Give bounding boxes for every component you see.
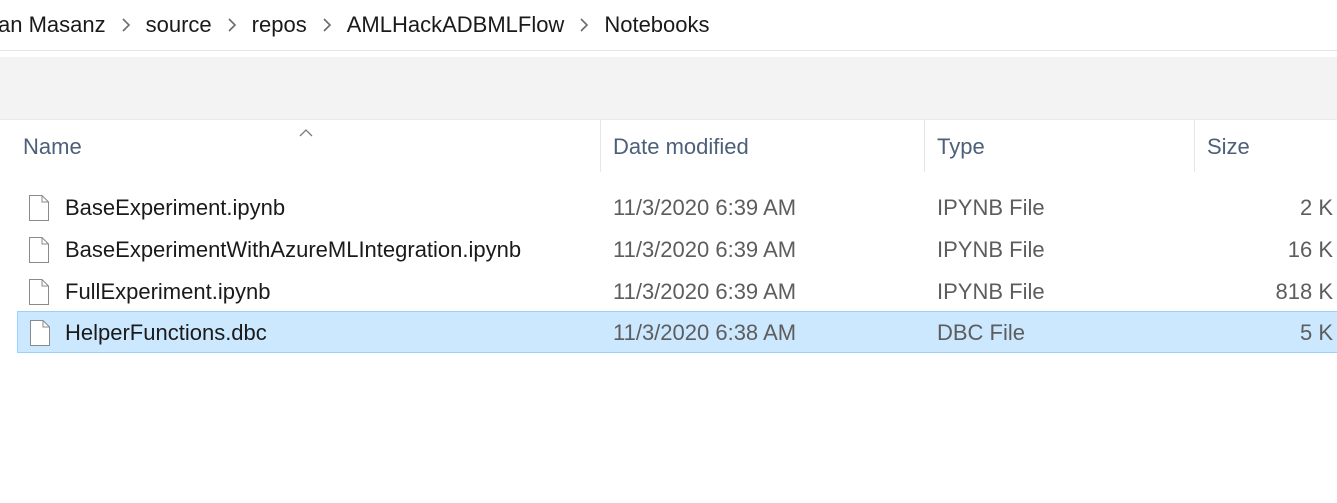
chevron-right-icon[interactable] (106, 18, 146, 32)
breadcrumb-item-repos[interactable]: repos (252, 12, 307, 38)
breadcrumb-item-notebooks[interactable]: Notebooks (604, 12, 709, 38)
column-header-size[interactable]: Size (1207, 134, 1250, 160)
column-divider[interactable] (600, 120, 601, 172)
chevron-right-icon[interactable] (212, 18, 252, 32)
file-row[interactable]: FullExperiment.ipynb 11/3/2020 6:39 AM I… (17, 271, 1337, 313)
file-size: 16 K (1287, 237, 1333, 262)
document-icon (28, 278, 50, 312)
breadcrumb-item-user[interactable]: an Masanz (0, 12, 106, 38)
file-size: 818 K (1275, 279, 1334, 304)
file-type: DBC File (937, 320, 1026, 345)
breadcrumb: an Masanz source repos AMLHackADBMLFlow … (0, 0, 1337, 51)
column-header-name[interactable]: Name (23, 134, 82, 160)
chevron-right-icon[interactable] (307, 18, 347, 32)
file-date: 11/3/2020 6:39 AM (613, 279, 797, 304)
toolbar-area (0, 57, 1337, 120)
file-name[interactable]: FullExperiment.ipynb (65, 279, 270, 305)
column-header-type[interactable]: Type (937, 134, 985, 160)
breadcrumb-item-source[interactable]: source (146, 12, 212, 38)
column-header-date-modified[interactable]: Date modified (613, 134, 749, 160)
document-icon (28, 194, 50, 228)
file-name[interactable]: HelperFunctions.dbc (65, 320, 267, 346)
file-size: 2 K (1299, 195, 1333, 220)
column-divider[interactable] (1194, 120, 1195, 172)
document-icon (29, 319, 51, 353)
file-date: 11/3/2020 6:39 AM (613, 195, 797, 220)
file-date: 11/3/2020 6:38 AM (613, 320, 797, 345)
file-row-selected[interactable]: HelperFunctions.dbc 11/3/2020 6:38 AM DB… (17, 311, 1337, 353)
file-name[interactable]: BaseExperiment.ipynb (65, 195, 285, 221)
file-type: IPYNB File (937, 237, 1045, 262)
column-header-row: Name Date modified Type Size (0, 120, 1337, 172)
file-name[interactable]: BaseExperimentWithAzureMLIntegration.ipy… (65, 237, 521, 263)
file-type: IPYNB File (937, 279, 1045, 304)
file-row[interactable]: BaseExperiment.ipynb 11/3/2020 6:39 AM I… (17, 187, 1337, 229)
breadcrumb-item-amlhackadbmlflow[interactable]: AMLHackADBMLFlow (347, 12, 565, 38)
document-icon (28, 236, 50, 270)
file-size: 5 K (1299, 320, 1333, 345)
file-row[interactable]: BaseExperimentWithAzureMLIntegration.ipy… (17, 229, 1337, 271)
sort-ascending-icon (298, 118, 314, 144)
column-divider[interactable] (924, 120, 925, 172)
file-date: 11/3/2020 6:39 AM (613, 237, 797, 262)
file-type: IPYNB File (937, 195, 1045, 220)
chevron-right-icon[interactable] (564, 18, 604, 32)
